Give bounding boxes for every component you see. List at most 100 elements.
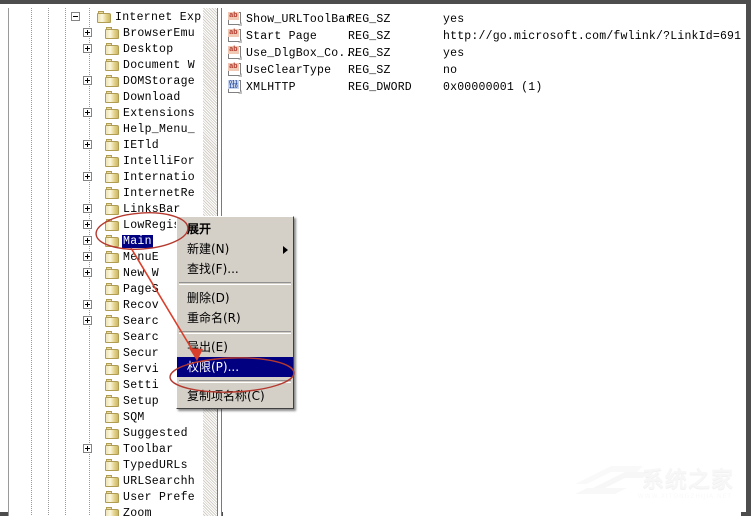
- registry-values-list[interactable]: ab Show_URLToolBar REG_SZ yes ab Start Page RE…: [223, 8, 741, 516]
- tree-item-label: InternetRe: [123, 186, 196, 200]
- value-name: Use_DlgBox_Co...: [246, 46, 360, 60]
- folder-icon: [105, 347, 119, 359]
- tree-item-label: IETld: [123, 138, 160, 152]
- folder-icon: [105, 283, 119, 295]
- folder-icon: [105, 187, 119, 199]
- expand-icon[interactable]: [83, 252, 92, 261]
- folder-icon: [105, 267, 119, 279]
- tree-indent-guide: [65, 8, 66, 516]
- tree-item-label: Extensions: [123, 106, 196, 120]
- registry-key-context-menu[interactable]: 展开新建(N) 查找(F)... 删除(D) 重命名(R) 导出(E) 权限(P)... 复…: [176, 216, 294, 409]
- menu-item-3[interactable]: 删除(D): [177, 288, 293, 308]
- folder-icon: [105, 395, 119, 407]
- value-name: XMLHTTP: [246, 80, 296, 94]
- folder-icon: [105, 171, 119, 183]
- folder-icon: [105, 315, 119, 327]
- expand-icon[interactable]: [83, 268, 92, 277]
- tree-item-label: Setup: [123, 394, 160, 408]
- menu-item-6[interactable]: 权限(P)...: [177, 357, 293, 377]
- menu-item-0[interactable]: 展开: [177, 219, 293, 239]
- menu-item-1[interactable]: 新建(N): [177, 239, 293, 259]
- menu-item-4[interactable]: 重命名(R): [177, 308, 293, 328]
- menu-item-label: 删除(D): [187, 291, 230, 305]
- dword-value-icon: 011 110: [228, 80, 242, 94]
- expand-icon[interactable]: [83, 76, 92, 85]
- folder-icon: [105, 363, 119, 375]
- value-row[interactable]: ab Start Page REG_SZ http://go.microsoft.co…: [223, 28, 741, 44]
- menu-separator: [179, 331, 291, 334]
- menu-item-2[interactable]: 查找(F)...: [177, 259, 293, 279]
- expand-icon[interactable]: [83, 236, 92, 245]
- tree-item-label: Internatio: [123, 170, 196, 184]
- tree-item-label: Secur: [123, 346, 160, 360]
- string-value-icon: ab: [228, 63, 242, 77]
- folder-icon: [105, 443, 119, 455]
- value-type: REG_SZ: [348, 46, 391, 60]
- expand-icon[interactable]: [83, 140, 92, 149]
- folder-icon: [105, 411, 119, 423]
- expand-icon[interactable]: [83, 444, 92, 453]
- folder-icon: [105, 475, 119, 487]
- folder-icon: [105, 507, 119, 516]
- expand-icon[interactable]: [83, 108, 92, 117]
- string-value-icon: ab: [228, 12, 242, 26]
- folder-icon: [105, 139, 119, 151]
- expand-icon[interactable]: [83, 204, 92, 213]
- value-type: REG_SZ: [348, 12, 391, 26]
- tree-item-label: MenuE: [123, 250, 160, 264]
- folder-icon: [105, 27, 119, 39]
- folder-icon: [105, 155, 119, 167]
- string-value-icon: ab: [228, 46, 242, 60]
- menu-item-label: 新建(N): [187, 242, 230, 256]
- folder-icon: [105, 107, 119, 119]
- value-row[interactable]: ab UseClearType REG_SZ no: [223, 62, 741, 78]
- tree-item-label: URLSearchh: [123, 474, 196, 488]
- tree-item-label: Searc: [123, 314, 160, 328]
- folder-icon: [97, 11, 111, 23]
- value-name: Start Page: [246, 29, 318, 43]
- expand-icon[interactable]: [83, 300, 92, 309]
- tree-item-label: TypedURLs: [123, 458, 188, 472]
- value-data: http://go.microsoft.com/fwlink/?LinkId=6…: [443, 29, 741, 43]
- folder-icon: [105, 299, 119, 311]
- value-row[interactable]: ab Use_DlgBox_Co... REG_SZ yes: [223, 45, 741, 61]
- tree-indent-guide: [31, 8, 32, 516]
- folder-icon: [105, 59, 119, 71]
- menu-item-label: 复制项名称(C): [187, 389, 265, 403]
- registry-editor-window: Internet Expl BrowserEmu Desktop Document W…: [0, 0, 751, 516]
- value-name: UseClearType: [246, 63, 332, 77]
- tree-item-label: LinksBar: [123, 202, 181, 216]
- folder-icon: [105, 331, 119, 343]
- menu-item-label: 重命名(R): [187, 311, 241, 325]
- value-data: no: [443, 63, 458, 77]
- expand-icon[interactable]: [83, 220, 92, 229]
- tree-item-label: Servi: [123, 362, 160, 376]
- expand-icon[interactable]: [83, 316, 92, 325]
- value-row[interactable]: ab Show_URLToolBar REG_SZ yes: [223, 11, 741, 27]
- folder-icon: [105, 91, 119, 103]
- expand-icon[interactable]: [83, 44, 92, 53]
- string-value-icon: ab: [228, 29, 242, 43]
- tree-item-label: New W: [123, 266, 160, 280]
- tree-item-label: PageS: [123, 282, 160, 296]
- tree-item-label: Main: [122, 234, 153, 248]
- value-row[interactable]: 011 110 XMLHTTP REG_DWORD 0x00000001 (1): [223, 79, 741, 95]
- collapse-icon[interactable]: [71, 12, 80, 21]
- menu-item-7[interactable]: 复制项名称(C): [177, 386, 293, 406]
- expand-icon[interactable]: [83, 28, 92, 37]
- tree-item-label: Internet Expl: [115, 10, 209, 24]
- tree-item-label: Document W: [123, 58, 196, 72]
- tree-item-label: DOMStorage: [123, 74, 196, 88]
- menu-item-label: 查找(F)...: [187, 262, 239, 276]
- folder-icon: [105, 459, 119, 471]
- tree-item-label: Help_Menu_: [123, 122, 196, 136]
- value-data: yes: [443, 46, 465, 60]
- expand-icon[interactable]: [83, 172, 92, 181]
- menu-item-5[interactable]: 导出(E): [177, 337, 293, 357]
- tree-item-label: IntelliFor: [123, 154, 196, 168]
- watermark-text: 系统之家: [641, 468, 734, 493]
- folder-icon: [105, 43, 119, 55]
- folder-icon: [105, 75, 119, 87]
- tree-item-label: SQM: [123, 410, 145, 424]
- tree-item-label: User Prefe: [123, 490, 196, 504]
